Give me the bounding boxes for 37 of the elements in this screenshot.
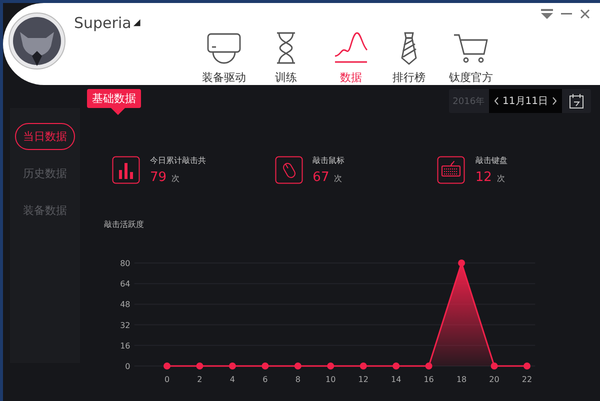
- date-picker[interactable]: 2016年 11月11日: [448, 89, 591, 113]
- y-tick-label: 64: [120, 280, 130, 289]
- stat-label: 敲击键盘: [475, 155, 508, 166]
- stat-unit: 次: [496, 174, 505, 183]
- y-tick-label: 0: [125, 362, 130, 371]
- stat-unit: 次: [172, 174, 180, 183]
- nav-tab[interactable]: 装备驱动: [202, 31, 246, 85]
- x-tick-label: 14: [391, 375, 402, 384]
- x-tick-label: 10: [326, 375, 336, 384]
- stat-label: 今日累计敲击共: [150, 155, 206, 166]
- y-tick-label: 32: [120, 320, 130, 330]
- x-tick-label: 2: [197, 375, 202, 384]
- chart-title: 敲击活跃度: [104, 219, 145, 230]
- nav-tab[interactable]: 排行榜: [389, 31, 430, 85]
- y-tick-label: 80: [120, 259, 130, 268]
- nav-tab[interactable]: 钛度官方: [449, 31, 494, 85]
- nav-tab[interactable]: 训练: [266, 31, 306, 85]
- x-tick-label: 8: [295, 375, 300, 384]
- x-tick-label: 0: [164, 375, 170, 384]
- y-tick-label: 48: [120, 300, 130, 310]
- x-tick-label: 12: [358, 375, 368, 384]
- user-name[interactable]: Superia: [74, 14, 132, 32]
- x-tick-label: 16: [424, 375, 434, 384]
- y-tick-label: 16: [120, 341, 130, 350]
- stat-value: 79: [150, 170, 167, 185]
- nav-tab[interactable]: 数据: [331, 31, 372, 85]
- sidebar-item[interactable]: 当日数据: [15, 123, 75, 150]
- x-tick-label: 22: [522, 375, 532, 384]
- stat-value: 12: [475, 170, 492, 185]
- x-tick-label: 6: [262, 375, 268, 384]
- caret-icon[interactable]: ◢: [133, 18, 140, 28]
- stat-label: 敲击鼠标: [312, 155, 345, 166]
- x-tick-label: 4: [230, 375, 235, 384]
- x-tick-label: 20: [489, 375, 500, 384]
- x-tick-label: 18: [456, 375, 467, 384]
- stat-unit: 次: [334, 174, 342, 183]
- stat-value: 67: [312, 170, 330, 185]
